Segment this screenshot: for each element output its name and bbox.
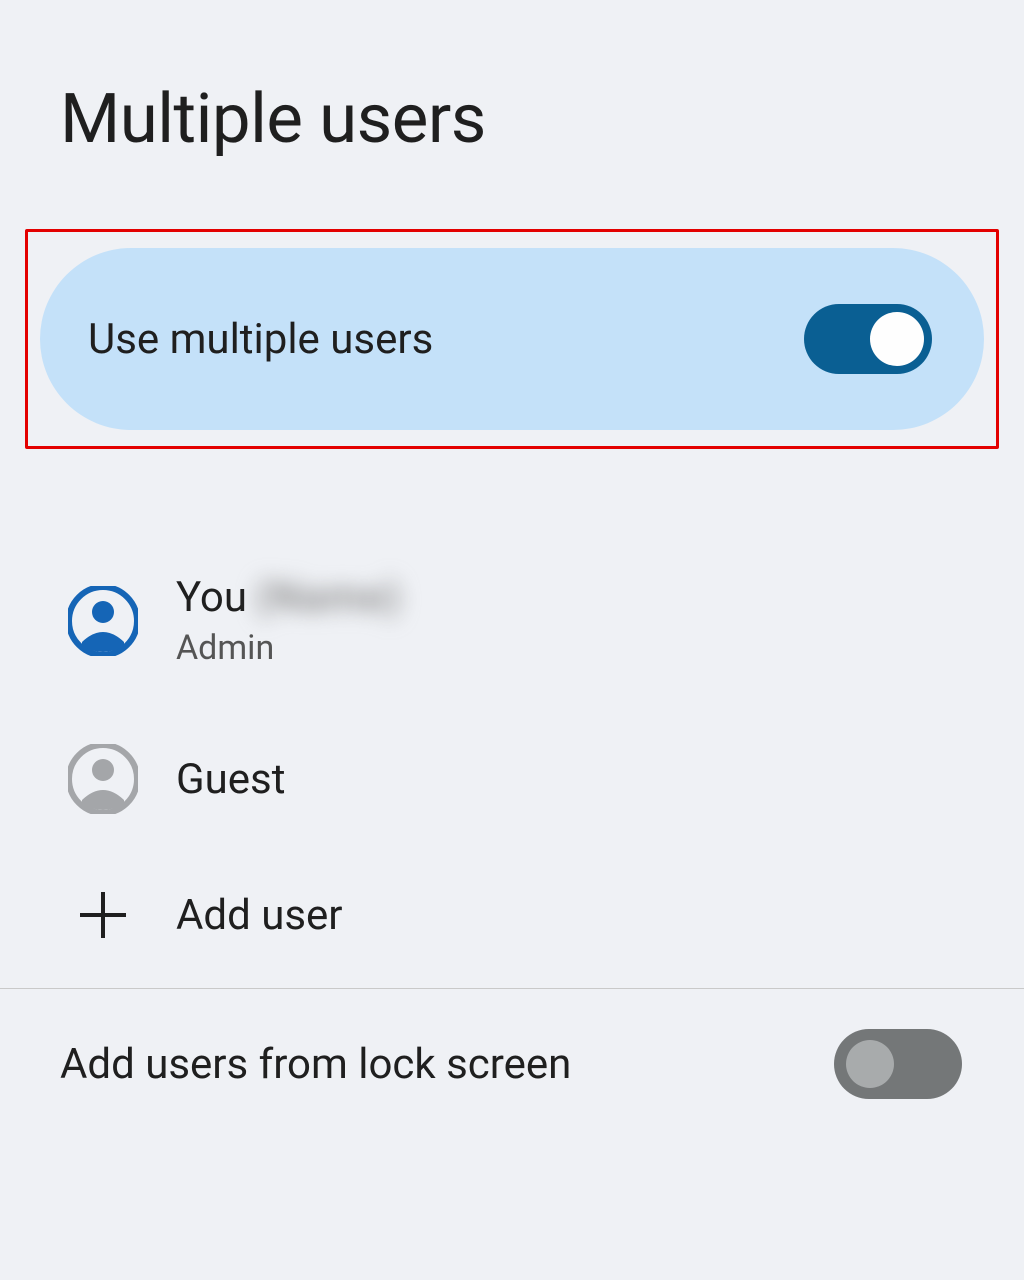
use-multiple-users-row[interactable]: Use multiple users <box>40 248 984 430</box>
user-subtitle: Admin <box>176 628 402 668</box>
highlighted-section: Use multiple users <box>25 229 999 449</box>
add-user-row[interactable]: Add user <box>0 852 1024 978</box>
toggle-thumb-icon <box>846 1040 894 1088</box>
user-filled-icon <box>68 586 138 656</box>
add-users-lock-screen-label: Add users from lock screen <box>60 1040 571 1089</box>
plus-icon <box>78 890 128 940</box>
add-user-label: Add user <box>176 891 343 940</box>
user-name: You <box>176 573 247 622</box>
use-multiple-users-toggle[interactable] <box>804 304 932 374</box>
user-row-you[interactable]: You (Name) Admin <box>0 549 1024 706</box>
user-name-redacted: (Name) <box>255 573 402 622</box>
use-multiple-users-label: Use multiple users <box>88 315 433 364</box>
toggle-thumb-icon <box>870 312 924 366</box>
add-users-lock-screen-row[interactable]: Add users from lock screen <box>0 989 1024 1139</box>
user-row-guest[interactable]: Guest <box>0 706 1024 852</box>
user-name: Guest <box>176 755 285 804</box>
page-title: Multiple users <box>0 0 1024 159</box>
user-outline-icon <box>68 744 138 814</box>
add-users-lock-screen-toggle[interactable] <box>834 1029 962 1099</box>
user-list: You (Name) Admin Guest <box>0 549 1024 978</box>
